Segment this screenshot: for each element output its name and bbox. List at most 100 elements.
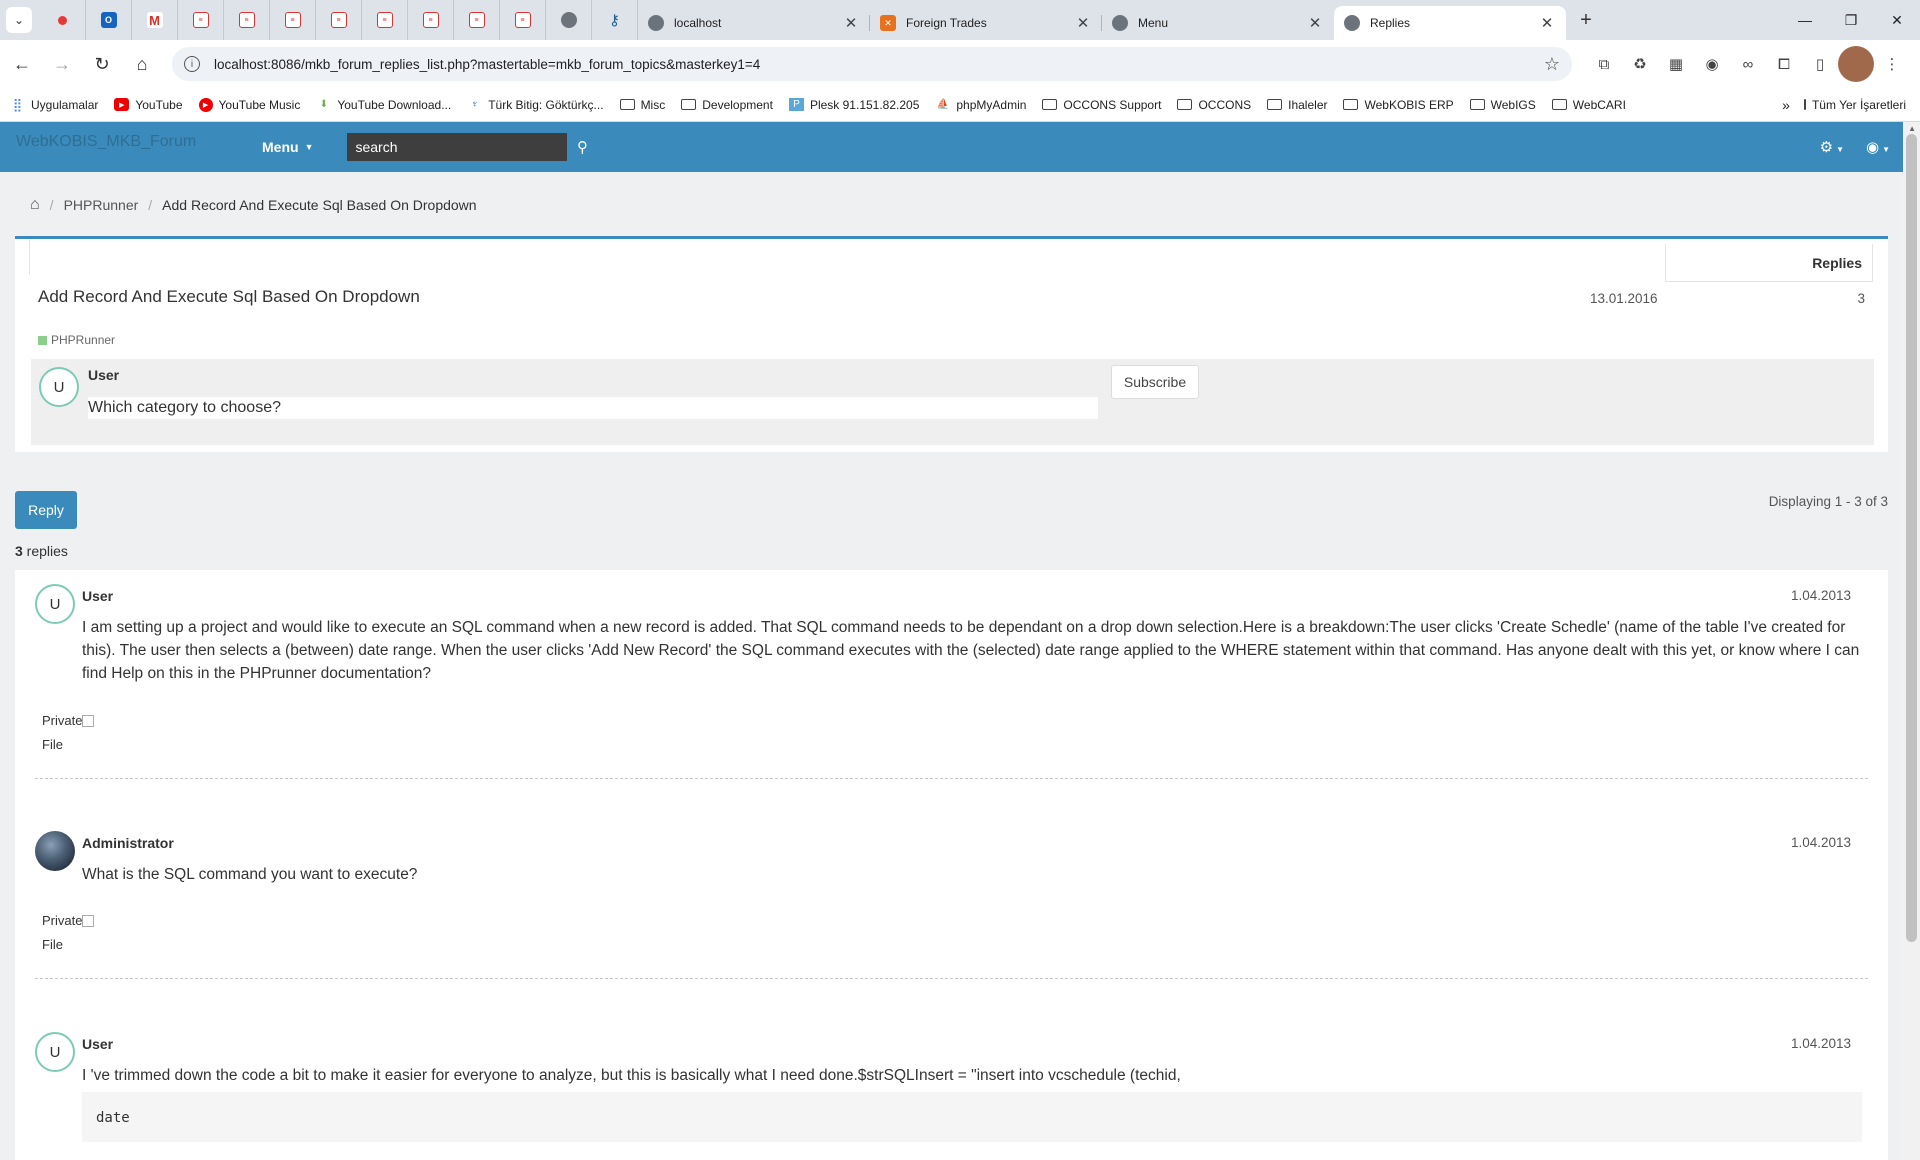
bookmark-label: Development	[702, 97, 773, 112]
tab-foreign-trades[interactable]: ✕ Foreign Trades ✕	[870, 6, 1102, 40]
bookmark-star-icon[interactable]: ☆	[1544, 54, 1560, 75]
new-tab-button[interactable]: +	[1570, 4, 1602, 36]
private-checkbox[interactable]	[82, 714, 95, 727]
bookmark-item[interactable]: ▶ YouTube	[114, 97, 183, 112]
close-icon[interactable]: ✕	[1306, 14, 1324, 32]
search-input[interactable]	[347, 133, 568, 161]
breadcrumb-category[interactable]: PHPRunner	[64, 197, 139, 213]
folder-icon	[1469, 99, 1485, 110]
pinned-tab[interactable]: M	[132, 0, 178, 40]
bookmark-item[interactable]: ▶ YouTube Music	[198, 97, 300, 112]
private-checkbox[interactable]	[82, 914, 95, 927]
key-icon: ⚷	[609, 12, 620, 29]
bookmark-item[interactable]: ⬇ YouTube Download...	[316, 98, 452, 112]
pinned-tab[interactable]: ≡	[316, 0, 362, 40]
scrollbar-thumb[interactable]	[1906, 134, 1917, 942]
replies-list: U User 1.04.2013 I am setting up a proje…	[15, 570, 1888, 1160]
reply-date: 1.04.2013	[1790, 588, 1851, 603]
all-bookmarks[interactable]: Tüm Yer İşaretleri	[1803, 98, 1906, 112]
breadcrumb: ⌂ / PHPRunner / Add Record And Execute S…	[0, 172, 1920, 238]
app-brand[interactable]: WebKOBIS_MKB_Forum	[0, 132, 246, 152]
pinned-tab[interactable]: ≡	[408, 0, 454, 40]
scroll-up-arrow-icon[interactable]: ▲	[1908, 124, 1916, 133]
pinned-tab[interactable]: ≡	[500, 0, 546, 40]
translate-icon[interactable]: ⧉	[1586, 46, 1622, 82]
tab-search-chevron-icon[interactable]: ⌄	[6, 7, 32, 33]
bookmark-item[interactable]: OCCONS	[1177, 98, 1251, 112]
pinned-tab[interactable]: ≡	[224, 0, 270, 40]
menu-dropdown[interactable]: Menu ▼	[262, 139, 313, 155]
pinned-tab[interactable]: O	[86, 0, 132, 40]
code-block: date	[82, 1092, 1862, 1142]
forward-arrow-icon[interactable]: →	[44, 46, 80, 82]
tab-replies[interactable]: Replies ✕	[1334, 6, 1566, 40]
home-icon[interactable]: ⌂	[124, 46, 160, 82]
pinned-tab[interactable]: ≡	[178, 0, 224, 40]
subscribe-button[interactable]: Subscribe	[1111, 365, 1199, 399]
address-bar[interactable]: i localhost:8086/mkb_forum_replies_list.…	[172, 47, 1572, 81]
turkbitig-icon: ♆	[470, 99, 479, 110]
color-picker-icon[interactable]: ◉	[1694, 46, 1730, 82]
site-info-icon[interactable]: i	[184, 56, 200, 72]
minimize-icon[interactable]: —	[1782, 0, 1828, 40]
replies-column-header[interactable]: Replies	[1665, 244, 1873, 282]
topic-replies-count: 3	[1857, 291, 1865, 306]
gmail-icon: M	[146, 12, 163, 28]
bookmark-item[interactable]: Development	[681, 98, 773, 112]
home-icon[interactable]: ⌂	[30, 196, 40, 214]
search-icon[interactable]: ⚲	[567, 133, 597, 161]
bookmark-item[interactable]: OCCONS Support	[1042, 98, 1161, 112]
bookmark-item[interactable]: WebCARI	[1551, 98, 1626, 112]
pinned-tab[interactable]: ≡	[270, 0, 316, 40]
folder-icon	[681, 99, 697, 110]
app-logo-icon: ≡	[284, 12, 301, 28]
bookmark-label: Plesk 91.151.82.205	[809, 97, 920, 112]
pinned-tab[interactable]: ≡	[362, 0, 408, 40]
private-field: Private	[42, 713, 95, 728]
bookmark-item[interactable]: ♆ Türk Bitig: Göktürkç...	[467, 98, 604, 112]
bookmark-label: YouTube	[135, 97, 183, 112]
bookmark-item[interactable]: Misc	[619, 98, 665, 112]
pinned-tab[interactable]	[546, 0, 592, 40]
pinned-tab[interactable]: ⚷	[592, 0, 638, 40]
poster-name: User	[82, 588, 114, 604]
bookmark-item[interactable]: ⛵ phpMyAdmin	[935, 98, 1027, 112]
view-eye-icon[interactable]: ◉ ▼	[1866, 138, 1890, 156]
poster-name: User	[88, 367, 120, 383]
topic-category[interactable]: PHPRunner	[38, 333, 115, 347]
extension-icon[interactable]: ▦	[1658, 46, 1694, 82]
bookmark-item[interactable]: P Plesk 91.151.82.205	[788, 97, 920, 112]
infinity-icon[interactable]: ∞	[1730, 46, 1766, 82]
pinned-tab[interactable]	[40, 0, 86, 40]
bookmark-item[interactable]: ⣿ Uygulamalar	[10, 97, 99, 112]
plesk-icon: P	[788, 98, 804, 111]
bookmark-label: Ihaleler	[1288, 97, 1328, 112]
restore-icon[interactable]: ❐	[1828, 0, 1874, 40]
back-arrow-icon[interactable]: ←	[4, 46, 40, 82]
bookmark-item[interactable]: WebIGS	[1469, 98, 1536, 112]
globe-icon	[1112, 15, 1128, 31]
puzzle-icon[interactable]: ⧠	[1766, 46, 1802, 82]
window-controls: — ❐ ✕	[1782, 0, 1920, 40]
tab-menu[interactable]: Menu ✕	[1102, 6, 1334, 40]
recycle-icon[interactable]: ♻	[1622, 46, 1658, 82]
app-logo-icon: ≡	[422, 12, 439, 28]
url-text[interactable]: localhost:8086/mkb_forum_replies_list.ph…	[214, 57, 1544, 72]
reload-icon[interactable]: ↻	[84, 46, 120, 82]
close-window-icon[interactable]: ✕	[1874, 0, 1920, 40]
profile-avatar-icon[interactable]	[1838, 46, 1874, 82]
close-icon[interactable]: ✕	[842, 14, 860, 32]
close-icon[interactable]: ✕	[1074, 14, 1092, 32]
bookmark-item[interactable]: WebKOBIS ERP	[1343, 98, 1454, 112]
bookmark-item[interactable]: Ihaleler	[1267, 98, 1327, 112]
side-panel-icon[interactable]: ▯	[1802, 46, 1838, 82]
bookmarks-overflow-button[interactable]: »	[1782, 97, 1790, 113]
page-scrollbar[interactable]: ▲	[1903, 122, 1920, 1160]
more-vert-icon[interactable]: ⋮	[1874, 46, 1910, 82]
reply-button[interactable]: Reply	[15, 491, 77, 529]
bookmark-label: OCCONS Support	[1063, 97, 1162, 112]
tab-localhost[interactable]: localhost ✕	[638, 6, 870, 40]
pinned-tab[interactable]: ≡	[454, 0, 500, 40]
settings-gear-icon[interactable]: ⚙ ▼	[1820, 138, 1844, 156]
close-icon[interactable]: ✕	[1538, 14, 1556, 32]
